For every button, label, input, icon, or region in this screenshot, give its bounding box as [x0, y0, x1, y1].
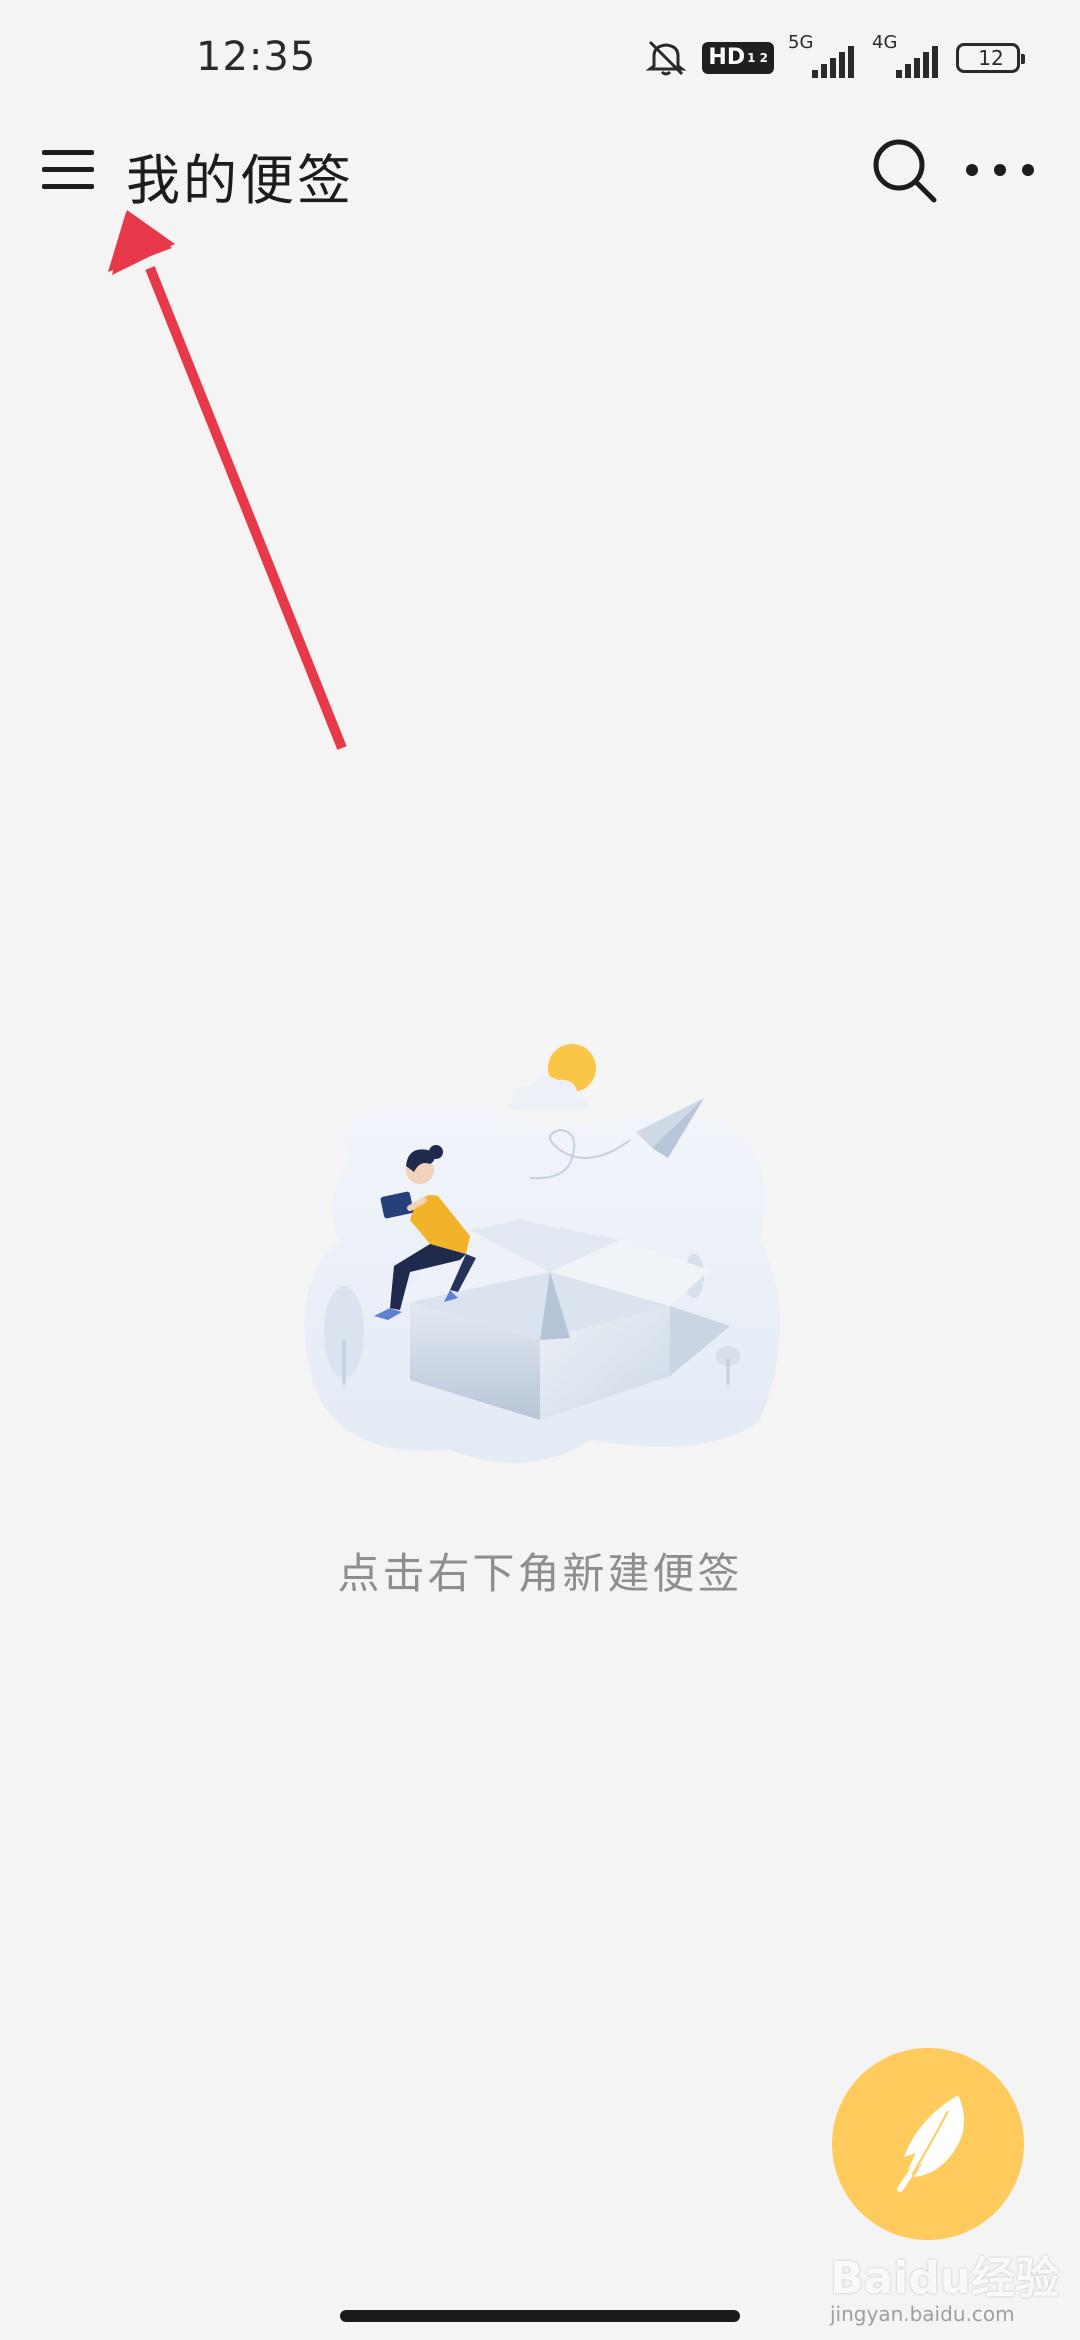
more-options-icon[interactable]: [960, 142, 1040, 198]
status-time: 12:35: [196, 34, 317, 80]
hd-label: HD: [708, 45, 746, 70]
baidu-watermark: Baidu经验 jingyan.baidu.com: [824, 2228, 1064, 2338]
signal-icon: [896, 46, 938, 78]
hd-voice-icon: HD 1 2: [702, 42, 774, 74]
mute-icon: [644, 38, 688, 78]
sim2-signal: 4G: [872, 32, 942, 78]
gesture-bar[interactable]: [340, 2310, 740, 2322]
battery-icon: 12: [956, 43, 1025, 73]
feather-pen-icon: [897, 2095, 965, 2192]
status-icons: HD 1 2 5G 4G 12: [644, 32, 1025, 82]
watermark-text: Baidu经验: [830, 2253, 1060, 2304]
app-bar: 我的便签: [0, 120, 1080, 220]
signal-icon: [812, 46, 854, 78]
status-bar: 12:35 HD 1 2 5G 4G 12: [0, 0, 1080, 120]
empty-state-message: 点击右下角新建便签: [337, 1549, 743, 1598]
sim1-signal: 5G: [788, 32, 858, 78]
page-title: 我的便签: [126, 149, 354, 212]
hamburger-menu-icon[interactable]: [38, 138, 100, 200]
watermark-subtext: jingyan.baidu.com: [830, 2302, 1015, 2326]
search-icon[interactable]: [866, 132, 942, 208]
empty-box-illustration: [290, 1040, 790, 1490]
hd-sub-label: 1 2: [747, 51, 768, 65]
new-note-button[interactable]: [832, 2048, 1024, 2240]
battery-level: 12: [978, 46, 1004, 70]
